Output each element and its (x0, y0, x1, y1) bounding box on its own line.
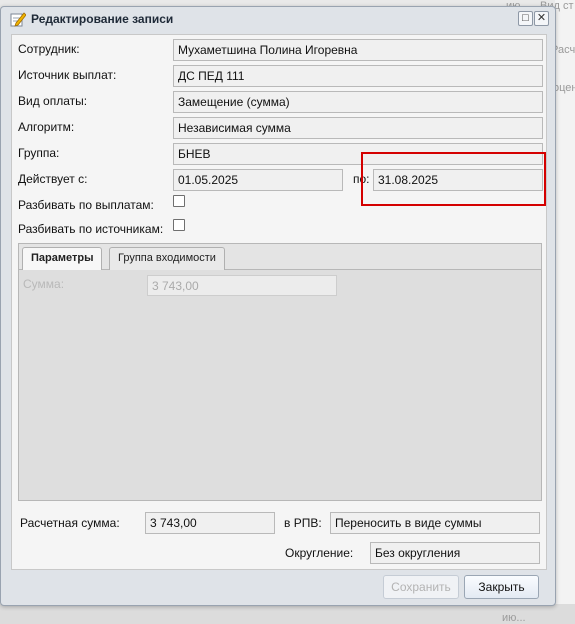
background-bottom (0, 604, 575, 624)
employee-label: Сотрудник: (18, 42, 80, 56)
maximize-button[interactable]: □ (518, 11, 533, 26)
source-field[interactable]: ДС ПЕД 111 (173, 65, 543, 87)
employee-field[interactable]: Мухаметшина Полина Игоревна (173, 39, 543, 61)
paytype-label: Вид оплаты: (18, 94, 88, 108)
edit-record-icon (10, 12, 26, 27)
split-sources-checkbox[interactable] (173, 219, 185, 231)
valid-from-label: Действует с: (18, 172, 88, 186)
algorithm-label: Алгоритм: (18, 120, 75, 134)
tab-panel: Параметры Группа входимости Сумма: 3 743… (18, 243, 542, 501)
tab-strip: Параметры Группа входимости (19, 244, 541, 271)
sum-label: Сумма: (23, 277, 65, 291)
rpv-field[interactable]: Переносить в виде суммы (330, 512, 540, 534)
split-payments-label: Разбивать по выплатам: (18, 198, 154, 212)
edit-record-dialog: Редактирование записи □ ✕ Сотрудник: Мух… (0, 6, 556, 606)
group-label: Группа: (18, 146, 60, 160)
save-button[interactable]: Сохранить (383, 575, 459, 599)
highlight-box (361, 152, 546, 206)
parameters-content: Сумма: 3 743,00 (19, 270, 541, 500)
calc-sum-label: Расчетная сумма: (20, 516, 120, 530)
dialog-title: Редактирование записи (31, 12, 174, 26)
valid-from-field[interactable]: 01.05.2025 (173, 169, 343, 191)
close-button[interactable]: Закрыть (464, 575, 539, 599)
rounding-label: Округление: (285, 546, 354, 560)
source-label: Источник выплат: (18, 68, 117, 82)
background-text: ию... (502, 612, 526, 624)
background-text: оцен (553, 82, 575, 94)
tab-parameters[interactable]: Параметры (22, 247, 103, 271)
rounding-field[interactable]: Без округления (370, 542, 540, 564)
sum-field: 3 743,00 (147, 275, 337, 296)
tab-entry-group[interactable]: Группа входимости (109, 247, 225, 270)
algorithm-field[interactable]: Независимая сумма (173, 117, 543, 139)
dialog-body: Сотрудник: Мухаметшина Полина Игоревна И… (11, 34, 547, 570)
rpv-label: в РПВ: (284, 516, 322, 530)
calc-sum-field[interactable]: 3 743,00 (145, 512, 275, 534)
split-sources-label: Разбивать по источникам: (18, 222, 164, 236)
split-payments-checkbox[interactable] (173, 195, 185, 207)
close-icon-button[interactable]: ✕ (534, 11, 549, 26)
paytype-field[interactable]: Замещение (сумма) (173, 91, 543, 113)
dialog-titlebar[interactable]: Редактирование записи □ ✕ (1, 7, 555, 31)
